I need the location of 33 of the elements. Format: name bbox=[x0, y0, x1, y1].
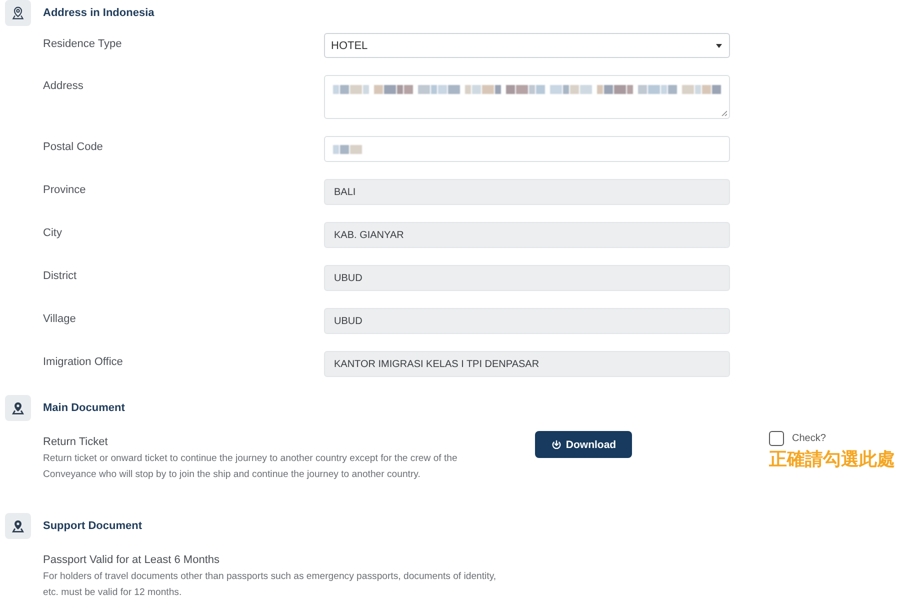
download-icon bbox=[550, 439, 562, 450]
annotation-text: 正確請勾選此處 bbox=[769, 448, 895, 471]
document-description: Return ticket or onward ticket to continue the journey to another country except for the crew of the Conveyance who will stop by to join the ship and continue the journey to another country. bbox=[43, 452, 458, 482]
download-button[interactable]: Download bbox=[535, 431, 632, 458]
readonly-field: KAB. GIANYAR bbox=[324, 222, 730, 248]
field-label: District bbox=[43, 269, 77, 282]
input-field[interactable] bbox=[324, 75, 730, 119]
location-pin-icon bbox=[5, 513, 31, 539]
input-field[interactable] bbox=[324, 136, 730, 162]
readonly-field: KANTOR IMIGRASI KELAS I TPI DENPASAR bbox=[324, 351, 730, 377]
readonly-field: BALI bbox=[324, 179, 730, 205]
location-pin-icon bbox=[5, 395, 31, 421]
field-label: Village bbox=[43, 312, 76, 325]
field-label: City bbox=[43, 226, 62, 239]
residence-type-dropdown[interactable]: HOTEL bbox=[324, 33, 730, 58]
resize-handle-icon[interactable] bbox=[721, 110, 727, 116]
field-label: Address bbox=[43, 79, 84, 92]
field-label: Imigration Office bbox=[43, 355, 123, 368]
location-pin-icon bbox=[5, 0, 31, 26]
readonly-field: UBUD bbox=[324, 308, 730, 334]
field-label: Postal Code bbox=[43, 140, 103, 153]
section-title: Address in Indonesia bbox=[43, 7, 154, 19]
document-description: For holders of travel documents other than passports such as emergency passports, documents of identity, etc. must be valid for 12 months. bbox=[43, 570, 498, 600]
document-title: Passport Valid for at Least 6 Months bbox=[43, 553, 220, 567]
checkbox-label: Check? bbox=[792, 433, 826, 444]
caret-icon bbox=[716, 44, 722, 48]
field-label: Province bbox=[43, 183, 86, 196]
document-title: Return Ticket bbox=[43, 435, 108, 449]
checkbox[interactable] bbox=[769, 431, 784, 446]
section-title: Support Document bbox=[43, 520, 142, 532]
section-title: Main Document bbox=[43, 402, 125, 414]
readonly-field: UBUD bbox=[324, 265, 730, 291]
field-label: Residence Type bbox=[43, 37, 122, 50]
